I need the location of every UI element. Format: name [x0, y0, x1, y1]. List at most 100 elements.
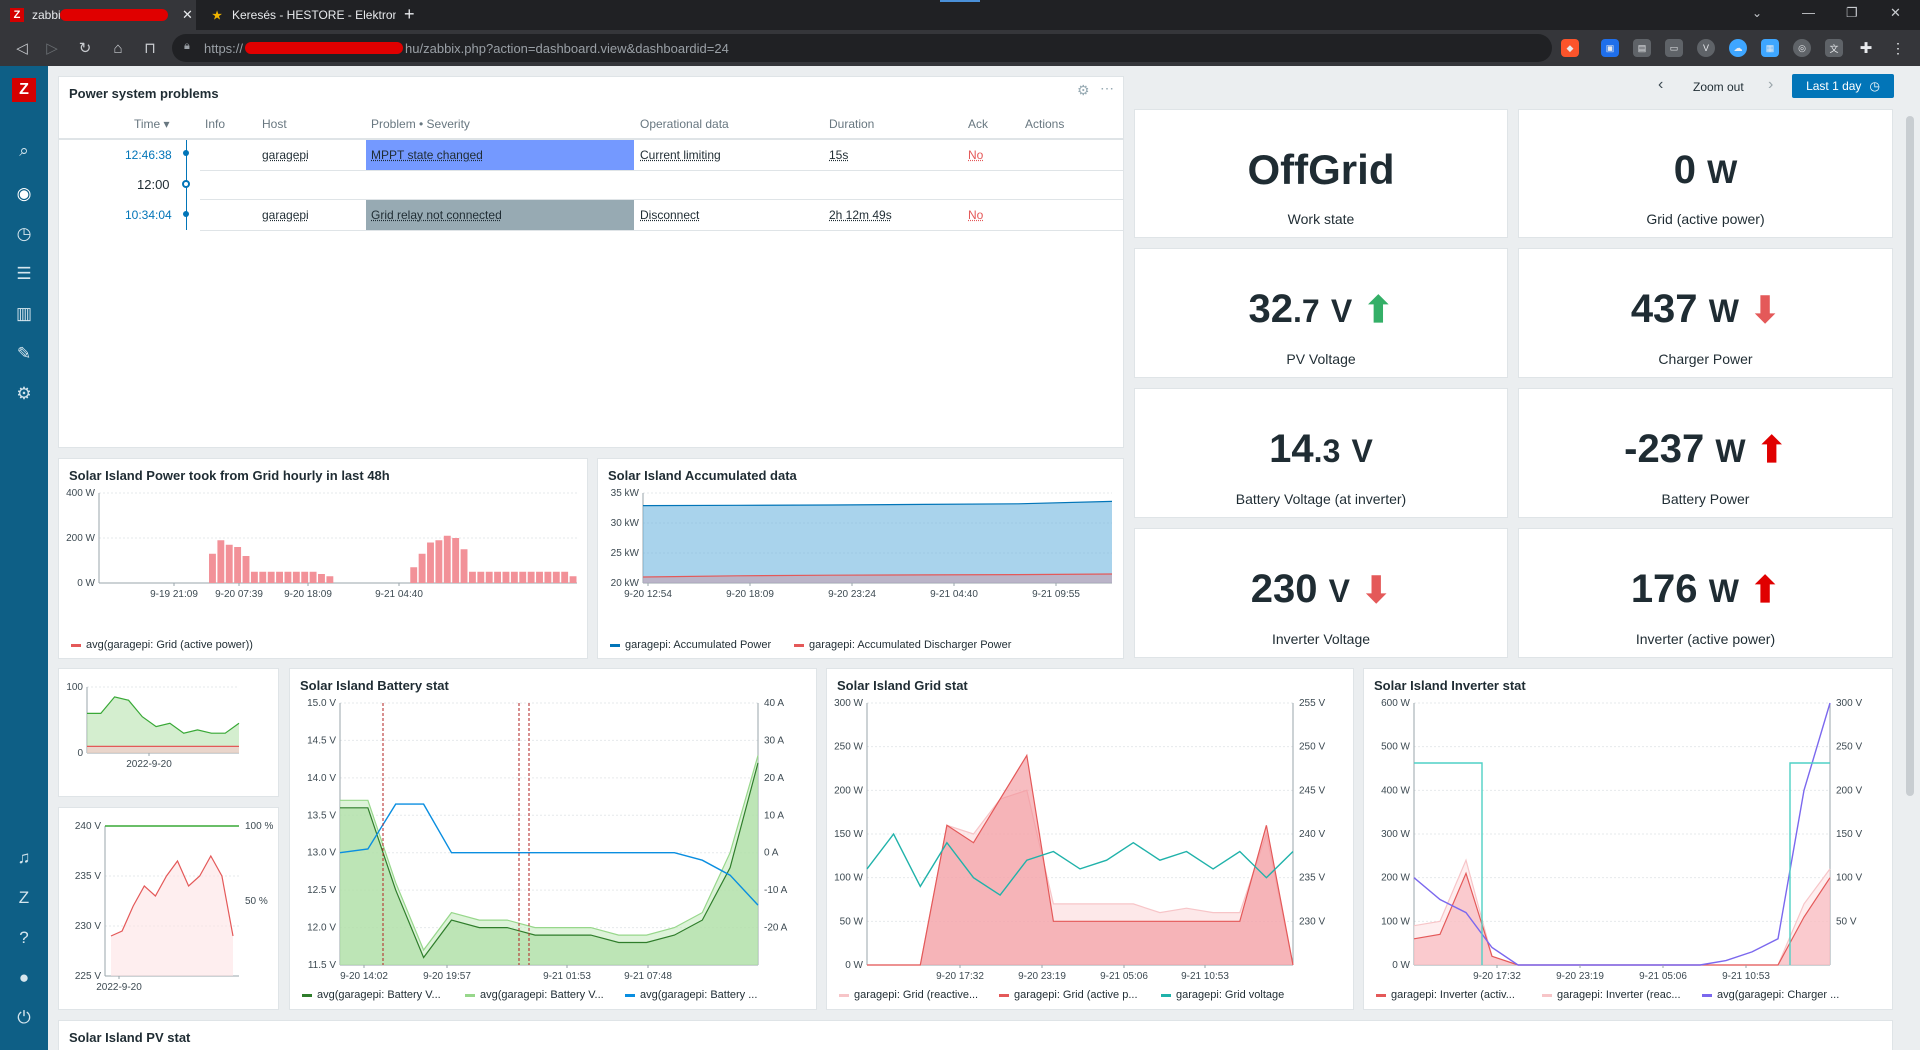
user-icon[interactable]: ● — [0, 962, 48, 994]
problem-duration[interactable]: 15s — [829, 148, 848, 162]
problem-time[interactable]: 12:46:38 — [125, 148, 172, 162]
problem-ack[interactable]: No — [968, 208, 983, 222]
time-period-button[interactable]: Last 1 day ◷ — [1792, 74, 1894, 98]
reader-icon[interactable]: ▤ — [1633, 39, 1651, 57]
photo-icon[interactable]: ▦ — [1761, 39, 1779, 57]
brave-shield-icon[interactable]: ◆ — [1561, 39, 1579, 57]
item-card[interactable]: 176 W ⬆ Inverter (active power) — [1518, 528, 1893, 658]
administration-gear-icon[interactable]: ⚙ — [0, 378, 48, 410]
bar — [267, 571, 275, 583]
integrations-icon[interactable]: Z — [0, 882, 48, 914]
tab-indicator — [940, 0, 980, 2]
problem-host[interactable]: garagepi — [262, 208, 309, 222]
problem-host[interactable]: garagepi — [262, 148, 309, 162]
back-icon[interactable]: ◁ — [10, 36, 34, 60]
url-field[interactable]: 🔒︎ https:// hu/zabbix.php?action=dashboa… — [172, 34, 1552, 62]
item-card[interactable]: OffGrid Work state — [1134, 109, 1508, 238]
bar — [250, 571, 258, 583]
widget-settings-icon[interactable]: ⚙ — [1077, 82, 1090, 99]
cloud-icon[interactable]: ☁ — [1729, 39, 1747, 57]
configuration-wrench-icon[interactable]: ✎ — [0, 338, 48, 370]
item-card[interactable]: 14.3 V Battery Voltage (at inverter) — [1134, 388, 1508, 518]
reports-chart-icon[interactable]: ▥ — [0, 298, 48, 330]
extension-icon[interactable]: ▣ — [1601, 39, 1619, 57]
bar — [536, 571, 543, 583]
item-card[interactable]: -237 W ⬆ Battery Power — [1518, 388, 1893, 518]
minimize-icon[interactable]: — — [1802, 5, 1815, 20]
problem-duration[interactable]: 2h 12m 49s — [829, 208, 892, 222]
monitoring-eye-icon[interactable]: ◉ — [0, 178, 48, 210]
y-tick-label: 12.0 V — [307, 923, 336, 934]
trend-up-icon: ⬆ — [1363, 289, 1394, 330]
puzzle-icon[interactable]: ✚ — [1857, 39, 1875, 57]
widget-title: Solar Island PV stat — [69, 1030, 191, 1045]
card-value: OffGrid — [1247, 146, 1395, 193]
item-card[interactable]: 0 W Grid (active power) — [1518, 109, 1893, 238]
window-icon[interactable]: ▭ — [1665, 39, 1683, 57]
chart-svg: 400 W 200 W 0 W 9-19 21:09 9-20 07:39 9-20 18… — [66, 488, 577, 600]
y-tick-label: 225 V — [75, 971, 101, 982]
col-host[interactable]: Host — [262, 117, 287, 131]
problem-opdata[interactable]: Disconnect — [640, 208, 699, 222]
bar — [292, 571, 300, 583]
home-icon[interactable]: ⌂ — [106, 36, 130, 60]
help-icon[interactable]: ? — [0, 922, 48, 954]
forward-icon[interactable]: ▷ — [40, 36, 64, 60]
col-problem[interactable]: Problem • Severity — [371, 117, 470, 131]
clock-icon: ◷ — [1869, 79, 1880, 93]
item-card[interactable]: 230 V ⬇ Inverter Voltage — [1134, 528, 1508, 658]
lock-icon: 🔒︎ — [184, 40, 190, 52]
widget-more-icon[interactable]: ⋯ — [1100, 80, 1114, 97]
x-tick-label: 9-21 09:55 — [1032, 589, 1080, 600]
problem-name[interactable]: MPPT state changed — [371, 148, 483, 162]
window-close-icon[interactable]: ✕ — [1890, 5, 1901, 21]
y2-tick-label: 50 % — [245, 896, 268, 907]
translate-icon[interactable]: 文 — [1825, 39, 1843, 57]
bar — [410, 567, 418, 583]
y2-tick-label: 230 V — [1299, 916, 1325, 927]
tab-close-icon[interactable]: ✕ — [182, 7, 193, 23]
browser-tab-hestore[interactable]: ★ Keresés - HESTORE - Elektronikai alkat — [200, 0, 396, 30]
browser-tab-zabbix[interactable]: Z zabbi… Dashbo — [0, 0, 196, 30]
page-scrollbar[interactable] — [1906, 116, 1914, 796]
zoom-out-button[interactable]: Zoom out — [1693, 80, 1744, 94]
bookmark-icon[interactable]: ⊓ — [138, 36, 162, 60]
target-icon[interactable]: ◎ — [1793, 39, 1811, 57]
zabbix-logo-icon[interactable]: Z — [12, 78, 36, 102]
sign-out-icon[interactable]: ⏻ — [0, 1002, 48, 1034]
support-headset-icon[interactable]: ♫ — [0, 842, 48, 874]
maximize-icon[interactable]: ❐ — [1846, 5, 1858, 21]
services-timer-icon[interactable]: ◷ — [0, 218, 48, 250]
new-tab-button[interactable]: + — [404, 4, 415, 25]
search-icon[interactable]: ⌕ — [0, 135, 48, 167]
item-card[interactable]: 32.7 V ⬆ PV Voltage — [1134, 248, 1508, 378]
inverter-active-area — [1414, 873, 1830, 965]
time-next-icon[interactable]: › — [1768, 76, 1773, 94]
problem-time[interactable]: 10:34:04 — [125, 208, 172, 222]
x-tick-label: 9-21 05:06 — [1100, 971, 1148, 982]
inventory-list-icon[interactable]: ☰ — [0, 258, 48, 290]
y-tick-label: 100 W — [1381, 916, 1410, 927]
problem-opdata[interactable]: Current limiting — [640, 148, 721, 162]
reload-icon[interactable]: ↻ — [73, 36, 97, 60]
vpn-icon[interactable]: V — [1697, 39, 1715, 57]
item-card[interactable]: 437 W ⬇ Charger Power — [1518, 248, 1893, 378]
problem-name[interactable]: Grid relay not connected — [371, 208, 502, 222]
url-path: hu/zabbix.php?action=dashboard.view&dash… — [405, 40, 729, 56]
legend-item: garagepi: Inverter (reac... — [1542, 989, 1681, 1001]
tab-list-icon[interactable]: ⌄ — [1752, 6, 1762, 20]
y-tick-label: 13.5 V — [307, 810, 336, 821]
x-tick-label: 9-20 23:24 — [828, 589, 876, 600]
menu-icon[interactable]: ⋮ — [1889, 39, 1907, 57]
y2-tick-label: 50 W — [245, 669, 269, 672]
accumulated-power-area — [643, 501, 1112, 583]
x-tick-label: 9-20 17:32 — [936, 971, 984, 982]
col-time[interactable]: Time ▾ — [134, 117, 170, 131]
timeline-marker: 12:00 — [137, 177, 170, 192]
problem-ack[interactable]: No — [968, 148, 983, 162]
grid-active-area — [867, 755, 1293, 965]
bar — [209, 553, 216, 583]
widget-title: Power system problems — [69, 86, 219, 101]
tab-title: Keresés - HESTORE - Elektronikai alkat — [232, 8, 396, 22]
time-prev-icon[interactable]: ‹ — [1658, 76, 1663, 94]
